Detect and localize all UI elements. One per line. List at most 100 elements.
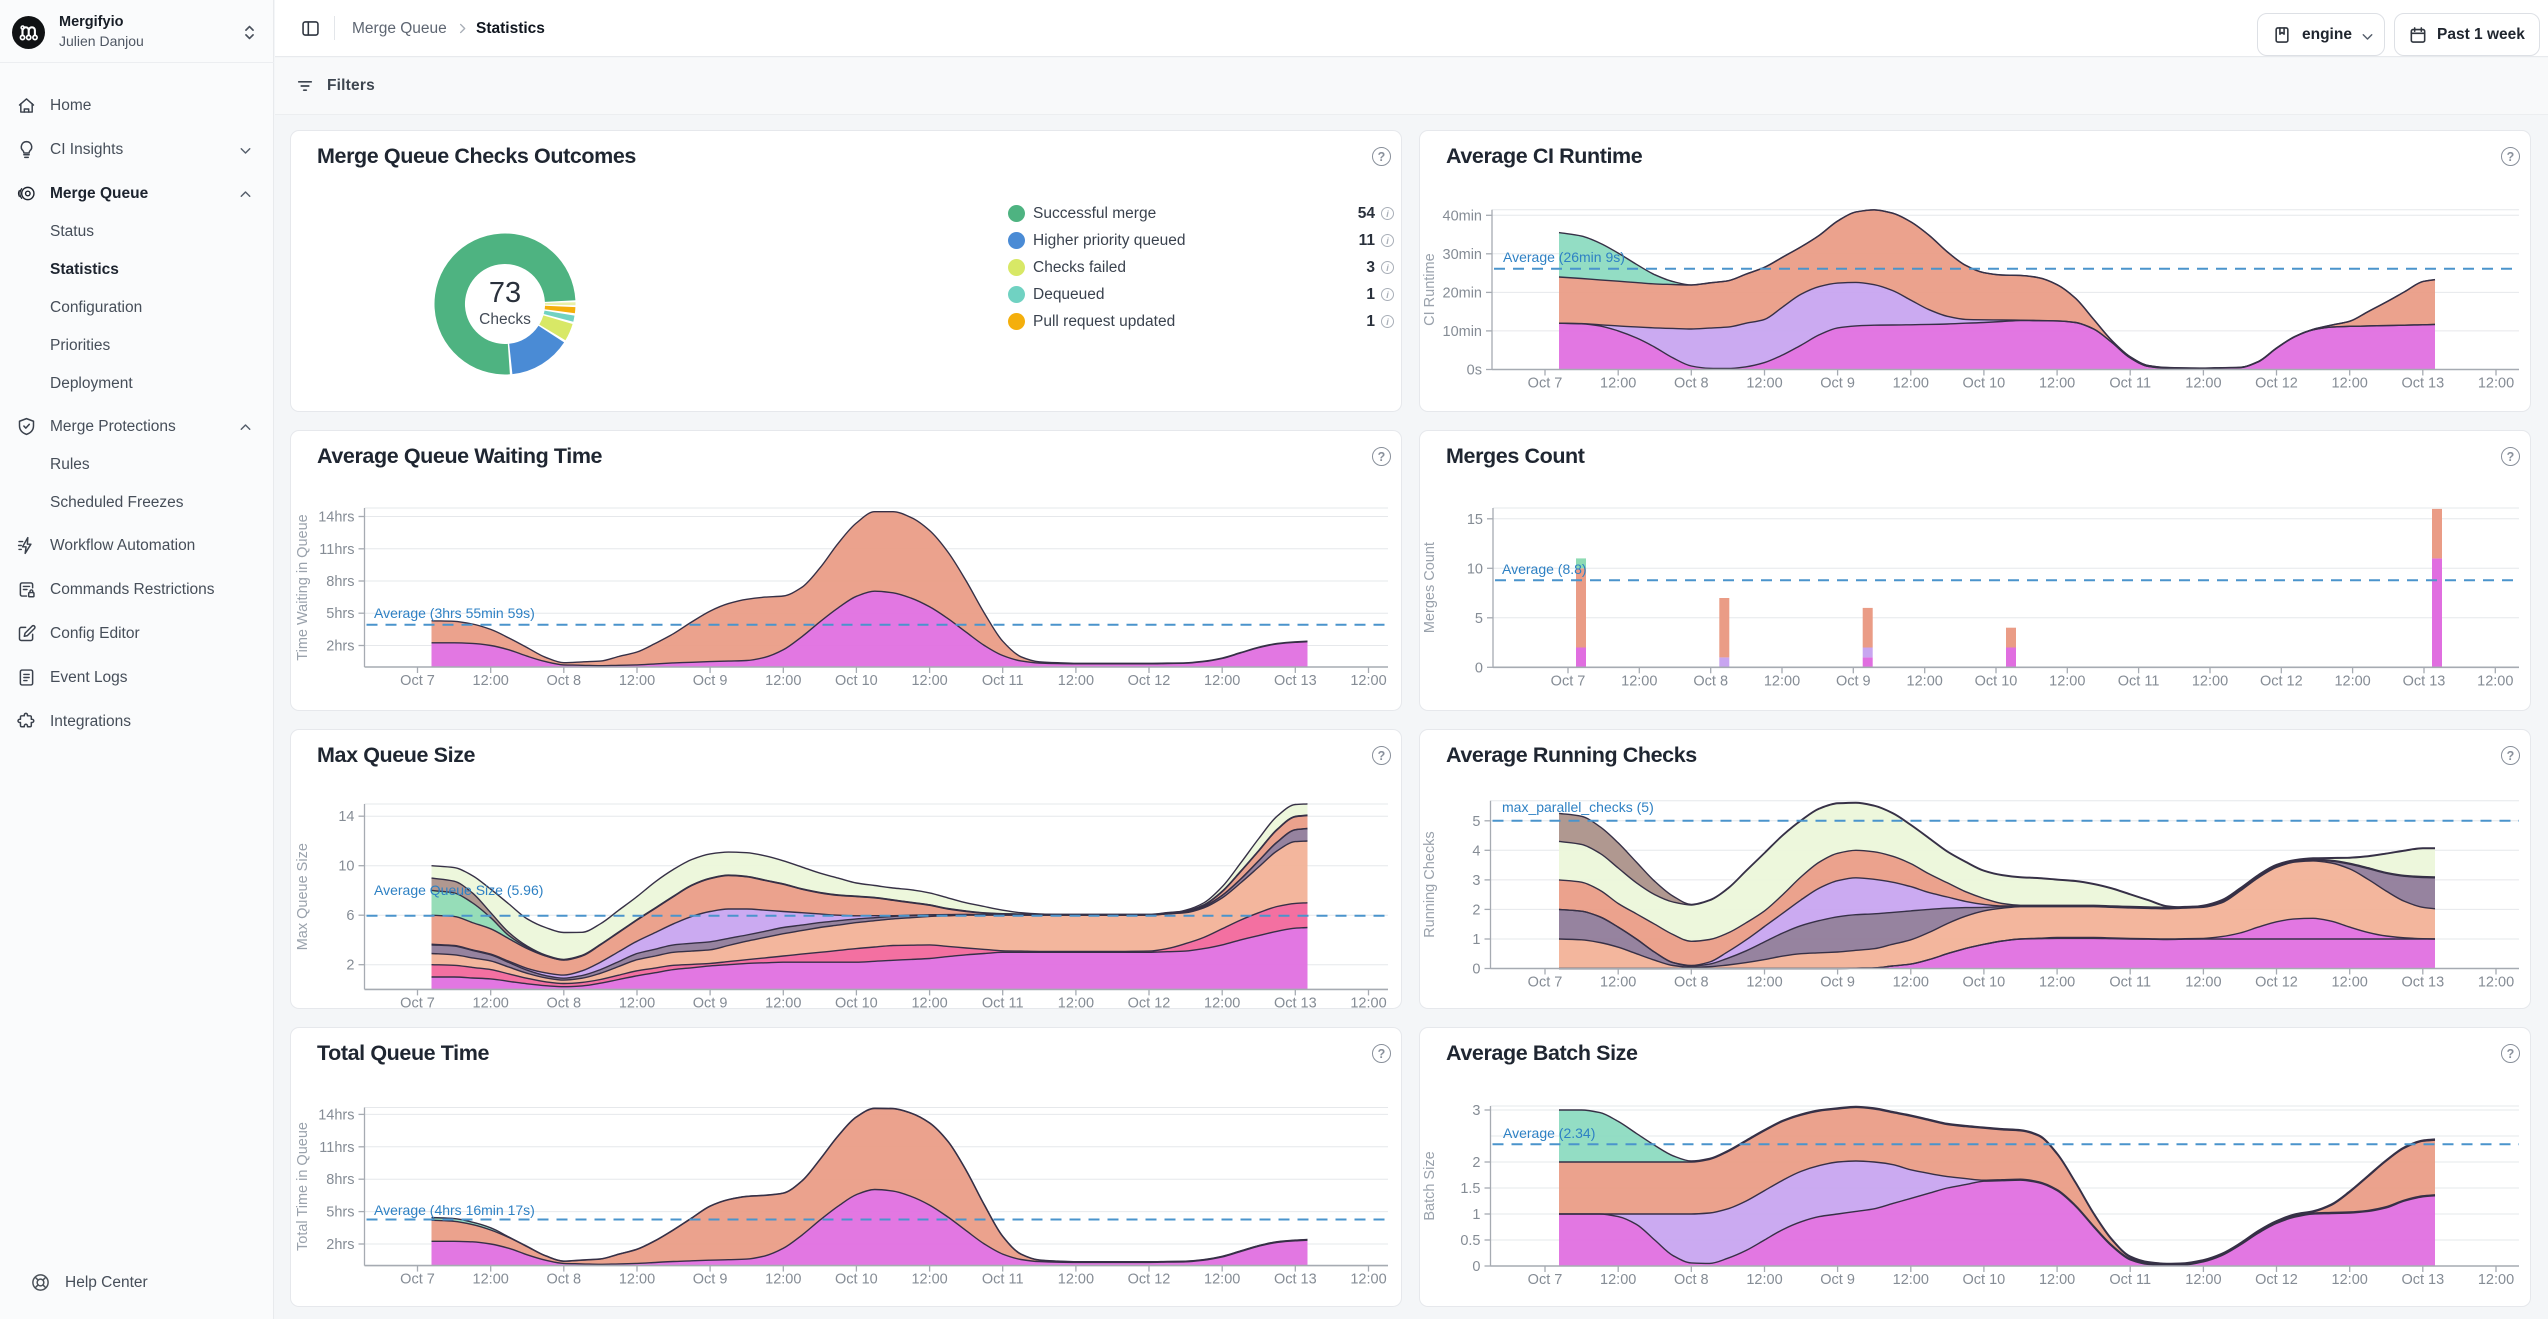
svg-text:12:00: 12:00 xyxy=(1350,1272,1386,1288)
svg-text:12:00: 12:00 xyxy=(2478,376,2514,392)
svg-text:11hrs: 11hrs xyxy=(319,1140,354,1156)
svg-text:Oct 10: Oct 10 xyxy=(1975,673,2018,689)
svg-text:Oct 13: Oct 13 xyxy=(2403,673,2446,689)
svg-text:5hrs: 5hrs xyxy=(326,606,354,622)
svg-text:Oct 9: Oct 9 xyxy=(693,1272,728,1288)
svg-text:Oct 9: Oct 9 xyxy=(1836,673,1871,689)
svg-text:Oct 8: Oct 8 xyxy=(1674,1272,1709,1288)
svg-text:Oct 12: Oct 12 xyxy=(2255,975,2298,991)
svg-text:12:00: 12:00 xyxy=(2332,975,2368,991)
svg-text:Oct 11: Oct 11 xyxy=(982,673,1024,689)
svg-text:12:00: 12:00 xyxy=(1893,376,1929,392)
svg-text:Oct 12: Oct 12 xyxy=(2260,673,2303,689)
svg-text:Oct 9: Oct 9 xyxy=(693,995,728,1011)
svg-text:4: 4 xyxy=(1472,843,1480,859)
svg-text:10min: 10min xyxy=(1443,324,1483,340)
svg-text:Oct 12: Oct 12 xyxy=(2255,1272,2298,1288)
svg-text:2hrs: 2hrs xyxy=(326,1237,354,1253)
svg-text:Oct 7: Oct 7 xyxy=(400,995,435,1011)
svg-text:1.5: 1.5 xyxy=(1460,1181,1480,1197)
svg-text:max_parallel_checks (5): max_parallel_checks (5) xyxy=(1502,799,1654,815)
svg-text:12:00: 12:00 xyxy=(2477,673,2513,689)
svg-text:10: 10 xyxy=(338,859,354,875)
svg-text:Oct 9: Oct 9 xyxy=(1820,1272,1855,1288)
svg-text:12:00: 12:00 xyxy=(1600,1272,1636,1288)
svg-text:Running Checks: Running Checks xyxy=(1422,831,1438,937)
svg-text:12:00: 12:00 xyxy=(2049,673,2085,689)
svg-text:Oct 13: Oct 13 xyxy=(2401,1272,2444,1288)
svg-text:Average (26min 9s): Average (26min 9s) xyxy=(1503,249,1625,265)
svg-text:Oct 8: Oct 8 xyxy=(1674,376,1709,392)
svg-text:Oct 11: Oct 11 xyxy=(2109,1272,2151,1288)
svg-text:Oct 8: Oct 8 xyxy=(546,995,581,1011)
svg-text:Oct 8: Oct 8 xyxy=(546,673,581,689)
svg-text:12:00: 12:00 xyxy=(1746,376,1782,392)
svg-text:12:00: 12:00 xyxy=(2185,1272,2221,1288)
svg-text:Average (8.8): Average (8.8) xyxy=(1502,561,1587,577)
svg-text:14hrs: 14hrs xyxy=(318,510,354,526)
svg-text:Oct 12: Oct 12 xyxy=(1128,995,1171,1011)
svg-text:12:00: 12:00 xyxy=(1058,673,1094,689)
svg-text:12:00: 12:00 xyxy=(1746,975,1782,991)
svg-text:12:00: 12:00 xyxy=(2185,975,2221,991)
svg-text:12:00: 12:00 xyxy=(619,673,655,689)
svg-text:Oct 12: Oct 12 xyxy=(2255,376,2298,392)
svg-text:Checks: Checks xyxy=(479,311,531,328)
svg-text:12:00: 12:00 xyxy=(1058,1272,1094,1288)
svg-text:20min: 20min xyxy=(1443,285,1483,301)
svg-text:Oct 7: Oct 7 xyxy=(1528,975,1563,991)
svg-text:12:00: 12:00 xyxy=(1893,1272,1929,1288)
svg-text:12:00: 12:00 xyxy=(911,1272,947,1288)
svg-text:12:00: 12:00 xyxy=(1350,995,1386,1011)
svg-text:Oct 9: Oct 9 xyxy=(693,673,728,689)
svg-text:Oct 10: Oct 10 xyxy=(835,995,878,1011)
svg-text:0s: 0s xyxy=(1467,363,1482,379)
svg-text:12:00: 12:00 xyxy=(1350,673,1386,689)
svg-text:11hrs: 11hrs xyxy=(319,542,354,558)
svg-text:Oct 9: Oct 9 xyxy=(1820,376,1855,392)
svg-text:5: 5 xyxy=(1472,814,1480,830)
svg-text:12:00: 12:00 xyxy=(1058,995,1094,1011)
svg-text:3: 3 xyxy=(1472,873,1480,889)
svg-text:12:00: 12:00 xyxy=(911,673,947,689)
svg-text:Merges Count: Merges Count xyxy=(1422,542,1438,633)
svg-text:Oct 11: Oct 11 xyxy=(982,1272,1024,1288)
svg-text:Oct 10: Oct 10 xyxy=(835,1272,878,1288)
svg-text:12:00: 12:00 xyxy=(2039,376,2075,392)
svg-text:12:00: 12:00 xyxy=(1746,1272,1782,1288)
svg-text:15: 15 xyxy=(1467,512,1483,528)
svg-text:12:00: 12:00 xyxy=(2185,376,2221,392)
svg-text:Oct 10: Oct 10 xyxy=(1963,1272,2006,1288)
svg-text:Oct 10: Oct 10 xyxy=(835,673,878,689)
svg-text:12:00: 12:00 xyxy=(765,1272,801,1288)
svg-text:Average Queue Size (5.96): Average Queue Size (5.96) xyxy=(374,882,543,898)
svg-text:Average (2.34): Average (2.34) xyxy=(1503,1125,1595,1141)
svg-text:12:00: 12:00 xyxy=(2478,975,2514,991)
svg-text:Oct 13: Oct 13 xyxy=(1274,673,1317,689)
svg-text:12:00: 12:00 xyxy=(765,673,801,689)
svg-text:Oct 8: Oct 8 xyxy=(546,1272,581,1288)
svg-text:12:00: 12:00 xyxy=(473,995,509,1011)
svg-text:12:00: 12:00 xyxy=(2478,1272,2514,1288)
svg-text:Oct 11: Oct 11 xyxy=(2109,376,2151,392)
svg-text:3: 3 xyxy=(1472,1103,1480,1119)
svg-text:12:00: 12:00 xyxy=(2332,1272,2368,1288)
svg-text:6: 6 xyxy=(346,908,354,924)
svg-text:12:00: 12:00 xyxy=(1764,673,1800,689)
svg-text:12:00: 12:00 xyxy=(473,1272,509,1288)
svg-text:Oct 13: Oct 13 xyxy=(2401,376,2444,392)
svg-text:12:00: 12:00 xyxy=(2334,673,2370,689)
svg-text:Oct 12: Oct 12 xyxy=(1128,1272,1171,1288)
svg-text:Oct 10: Oct 10 xyxy=(1963,376,2006,392)
svg-text:8hrs: 8hrs xyxy=(326,1172,354,1188)
svg-text:2: 2 xyxy=(346,958,354,974)
svg-text:Total Time in Queue: Total Time in Queue xyxy=(295,1122,311,1251)
svg-text:12:00: 12:00 xyxy=(619,1272,655,1288)
svg-text:8hrs: 8hrs xyxy=(326,574,354,590)
svg-text:0.5: 0.5 xyxy=(1460,1233,1480,1249)
svg-text:12:00: 12:00 xyxy=(765,995,801,1011)
svg-text:Oct 8: Oct 8 xyxy=(1693,673,1728,689)
svg-text:Oct 13: Oct 13 xyxy=(1274,995,1317,1011)
svg-text:12:00: 12:00 xyxy=(2192,673,2228,689)
svg-text:Oct 9: Oct 9 xyxy=(1820,975,1855,991)
